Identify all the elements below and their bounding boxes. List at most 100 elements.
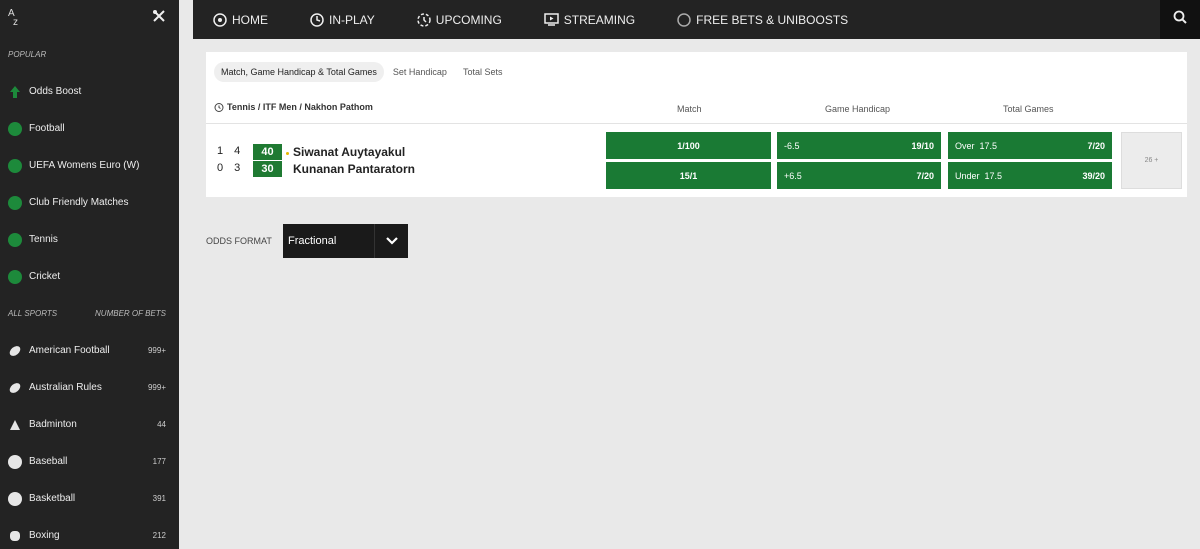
nav-label: FREE BETS & UNIBOOSTS <box>696 12 849 27</box>
sidebar-item-odds-boost[interactable]: Odds Boost <box>0 73 179 110</box>
football-icon <box>8 158 22 173</box>
circle-icon <box>677 12 691 27</box>
sidebar-item-american-football[interactable]: American Football 999+ <box>0 332 179 369</box>
serve-indicator <box>286 152 289 155</box>
handicap-line: -6.5 <box>784 140 800 151</box>
sidebar-item-baseball[interactable]: Baseball 177 <box>0 443 179 480</box>
odds-format-select[interactable]: Fractional <box>283 224 408 258</box>
handicap-odds-player2[interactable]: +6.5 7/20 <box>777 162 941 189</box>
boxing-glove-icon <box>8 529 22 543</box>
nav-label: UPCOMING <box>435 12 502 27</box>
sidebar-item-boxing[interactable]: Boxing 212 <box>0 517 179 549</box>
nav-home[interactable]: HOME <box>213 13 268 27</box>
odds-price: 15/1 <box>679 170 698 181</box>
player1-game-score: 40 <box>253 144 282 160</box>
more-markets-button[interactable]: 26 + <box>1121 132 1182 189</box>
sidebar-item-club-friendly[interactable]: Club Friendly Matches <box>0 184 179 221</box>
sidebar-item-uefa-womens-euro[interactable]: UEFA Womens Euro (W) <box>0 147 179 184</box>
sidebar-item-label: Football <box>29 123 65 134</box>
sidebar-item-tennis[interactable]: Tennis <box>0 221 179 258</box>
competition-name[interactable]: Tennis / ITF Men / Nakhon Pathom <box>214 102 373 112</box>
sidebar-item-australian-rules[interactable]: Australian Rules 999+ <box>0 369 179 406</box>
odds-price: 1/100 <box>677 140 700 151</box>
player2-set-scores: 0 3 <box>217 162 245 174</box>
nav-free-bets[interactable]: FREE BETS & UNIBOOSTS <box>677 13 848 27</box>
sort-az-icon[interactable]: Az <box>8 9 18 28</box>
sidebar-item-label: Club Friendly Matches <box>29 197 129 208</box>
odds-price: 19/10 <box>911 140 934 151</box>
baseball-icon <box>8 454 22 469</box>
search-icon <box>1173 10 1187 29</box>
american-football-icon <box>8 344 22 358</box>
handicap-line: +6.5 <box>784 170 802 181</box>
nav-upcoming[interactable]: UPCOMING <box>417 13 502 27</box>
bet-count: 999+ <box>147 383 166 392</box>
match-odds-player1[interactable]: 1/100 <box>606 132 771 159</box>
top-nav: HOME IN-PLAY UPCOMING STREAMING FREE BET… <box>193 0 1200 39</box>
tab-match-handicap-totals[interactable]: Match, Game Handicap & Total Games <box>214 62 384 82</box>
player1-name[interactable]: Siwanat Auytayakul <box>293 145 405 159</box>
tennis-icon <box>8 232 22 247</box>
search-button[interactable] <box>1160 0 1200 39</box>
sidebar-item-label: Odds Boost <box>29 86 82 97</box>
tab-set-handicap[interactable]: Set Handicap <box>386 62 454 82</box>
match-odds-player2[interactable]: 15/1 <box>606 162 771 189</box>
football-icon <box>8 121 22 136</box>
player1-set-scores: 1 4 <box>217 145 245 157</box>
bet-count: 999+ <box>147 346 166 355</box>
sidebar-item-label: Basketball <box>29 493 76 504</box>
clock-icon <box>310 12 324 27</box>
all-sports-heading: ALL SPORTS NUMBER OF BETS <box>8 309 166 318</box>
odds-price: 39/20 <box>1082 170 1105 181</box>
basketball-icon <box>8 491 22 506</box>
competition-header: Tennis / ITF Men / Nakhon Pathom Match G… <box>206 96 1187 124</box>
event-card: Match, Game Handicap & Total Games Set H… <box>206 52 1187 197</box>
competition-label: Tennis / ITF Men / Nakhon Pathom <box>227 102 373 112</box>
bet-count: 391 <box>152 494 166 503</box>
bet-count: 44 <box>157 420 166 429</box>
sidebar-item-basketball[interactable]: Basketball 391 <box>0 480 179 517</box>
market-tabs: Match, Game Handicap & Total Games Set H… <box>214 62 511 82</box>
sidebar-item-label: Baseball <box>29 456 68 467</box>
upcoming-icon <box>417 12 431 27</box>
sidebar: Az POPULAR Odds Boost Football UEFA Wome… <box>0 0 179 549</box>
sidebar-item-label: American Football <box>29 345 110 356</box>
tab-total-sets[interactable]: Total Sets <box>456 62 510 82</box>
home-icon <box>213 12 227 27</box>
column-header-total-games: Total Games <box>1003 104 1054 114</box>
sidebar-item-badminton[interactable]: Badminton 44 <box>0 406 179 443</box>
column-header-match: Match <box>677 104 702 114</box>
nav-label: HOME <box>232 12 268 27</box>
number-of-bets-heading: NUMBER OF BETS <box>95 309 166 318</box>
more-markets-count: 26 + <box>1144 157 1159 164</box>
odds-format-label: ODDS FORMAT <box>206 236 272 246</box>
nav-label: IN-PLAY <box>329 12 375 27</box>
total-games-under[interactable]: Under 17.5 39/20 <box>948 162 1112 189</box>
sidebar-item-football[interactable]: Football <box>0 110 179 147</box>
column-header-game-handicap: Game Handicap <box>825 104 891 114</box>
nav-in-play[interactable]: IN-PLAY <box>310 13 375 27</box>
stopwatch-icon <box>214 102 224 112</box>
football-icon <box>8 195 22 210</box>
total-line: Under 17.5 <box>955 170 1003 181</box>
sidebar-item-cricket[interactable]: Cricket <box>0 258 179 295</box>
australian-rules-icon <box>8 381 22 395</box>
bet-count: 212 <box>152 531 166 540</box>
handicap-odds-player1[interactable]: -6.5 19/10 <box>777 132 941 159</box>
sidebar-header: Az <box>0 0 179 36</box>
sidebar-item-label: Boxing <box>29 530 60 541</box>
chevron-down-icon <box>374 224 408 258</box>
odds-boost-icon <box>8 85 22 99</box>
odds-price: 7/20 <box>1087 140 1105 151</box>
sidebar-item-label: Badminton <box>29 419 77 430</box>
player2-game-score: 30 <box>253 161 282 177</box>
player2-name[interactable]: Kunanan Pantaratorn <box>293 162 415 176</box>
sidebar-item-label: Cricket <box>29 271 61 282</box>
sidebar-item-label: UEFA Womens Euro (W) <box>29 160 140 171</box>
tools-icon[interactable] <box>152 9 166 28</box>
total-line: Over 17.5 <box>955 140 998 151</box>
sidebar-item-label: Tennis <box>29 234 58 245</box>
nav-streaming[interactable]: STREAMING <box>544 13 635 27</box>
popular-heading: POPULAR <box>8 50 47 59</box>
total-games-over[interactable]: Over 17.5 7/20 <box>948 132 1112 159</box>
